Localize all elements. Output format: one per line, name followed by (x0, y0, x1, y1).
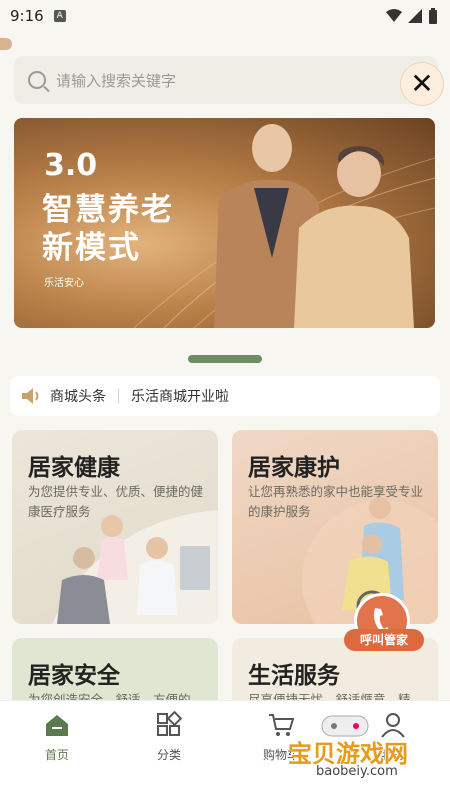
notification-badge-icon: A (53, 10, 66, 22)
banner-tagline: 乐活安心 (44, 278, 84, 289)
card-subtitle: 让您再熟悉的家中也能享受专业的康护服务 (248, 484, 424, 519)
news-divider (118, 389, 119, 403)
close-icon: ✕ (410, 67, 434, 100)
news-label: 商城头条 (50, 389, 106, 405)
card-title: 居家安全 (28, 663, 120, 689)
tab-home[interactable]: 首页 (27, 711, 87, 763)
card-home-health[interactable]: 居家健康 为您提供专业、优质、便捷的健康医疗服务 (12, 430, 218, 624)
home-icon (46, 715, 68, 736)
search-icon (28, 71, 46, 89)
category-icon (157, 710, 183, 736)
call-butler-button[interactable]: 呼叫管家 (344, 593, 426, 657)
card-subtitle: 为您提供专业、优质、便捷的健康医疗服务 (28, 484, 204, 519)
call-butler-label: 呼叫管家 (344, 629, 424, 651)
signal-icon (408, 9, 422, 23)
status-bar: 9:16 A (0, 0, 450, 32)
battery-icon (429, 8, 437, 24)
watermark-url: baobeiy.com (312, 764, 402, 779)
card-title: 居家康护 (248, 455, 340, 481)
promo-banner[interactable]: 3.0 智慧养老 新模式 乐活安心 (14, 118, 435, 328)
card-title: 居家健康 (28, 455, 120, 481)
close-button[interactable]: ✕ (400, 62, 444, 106)
carousel-indicator (188, 355, 262, 363)
banner-headline-line2: 新模式 (42, 230, 141, 266)
banner-version: 3.0 (44, 148, 98, 183)
search-input[interactable]: 请输入搜索关键字 (56, 70, 176, 91)
status-icons (386, 8, 438, 24)
card-title: 生活服务 (248, 663, 340, 689)
tab-category[interactable]: 分类 (139, 710, 199, 763)
search-bar[interactable]: 请输入搜索关键字 (14, 56, 438, 104)
watermark: 宝贝游戏网 baobeiy.com (270, 712, 430, 792)
wifi-icon (386, 9, 402, 22)
tab-home-label: 首页 (44, 748, 69, 762)
news-text[interactable]: 乐活商城开业啦 (131, 386, 229, 406)
tab-category-label: 分类 (156, 748, 181, 762)
side-tab[interactable] (0, 38, 12, 50)
status-time: 9:16 (10, 7, 44, 25)
news-ticker[interactable]: 商城头条 乐活商城开业啦 (10, 376, 440, 416)
speaker-icon (22, 388, 39, 404)
